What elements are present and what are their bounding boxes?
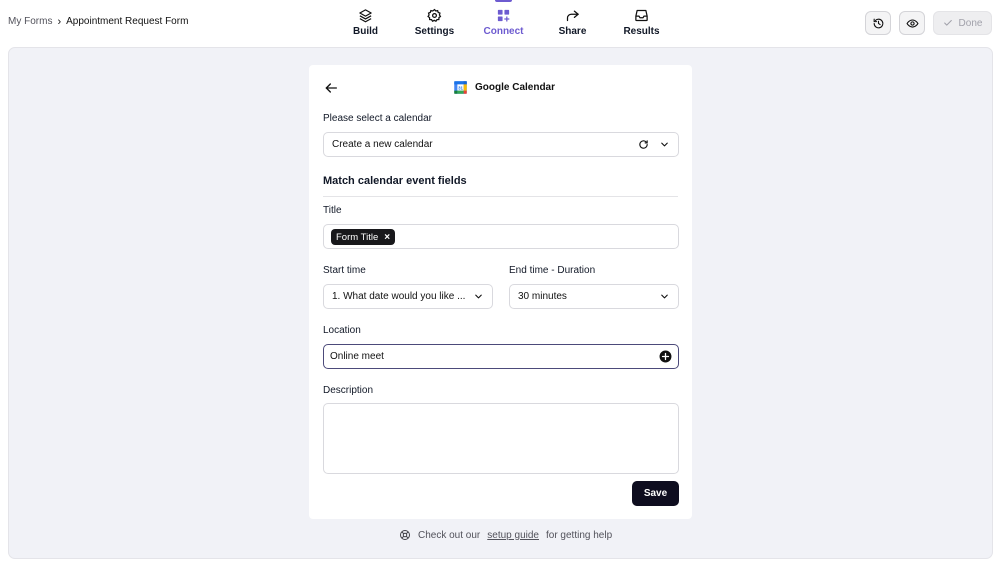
tab-build-label: Build [353, 26, 378, 37]
end-time-label: End time - Duration [509, 265, 596, 276]
location-field[interactable] [323, 344, 679, 369]
tab-connect[interactable]: Connect [469, 0, 538, 46]
lifebuoy-icon [400, 530, 410, 540]
preview-button[interactable] [899, 11, 925, 35]
card-header: 31 Google Calendar [309, 79, 692, 97]
layers-icon [359, 9, 372, 23]
chevron-down-icon [661, 294, 668, 299]
help-suffix: for getting help [545, 529, 613, 541]
chevron-down-icon [661, 142, 668, 147]
breadcrumb: My Forms › Appointment Request Form [8, 16, 188, 27]
back-arrow-icon[interactable] [323, 80, 339, 96]
tab-build[interactable]: Build [331, 0, 400, 46]
tab-settings-label: Settings [414, 26, 455, 37]
eye-icon [905, 18, 919, 28]
start-time-select[interactable]: 1. What date would you like ... [323, 284, 493, 309]
end-time-value: 30 minutes [518, 291, 567, 302]
tab-settings[interactable]: Settings [400, 0, 469, 46]
svg-text:31: 31 [458, 86, 463, 91]
calendar-select-label: Please select a calendar [323, 113, 432, 124]
description-textarea[interactable] [323, 403, 679, 474]
history-button[interactable] [865, 11, 891, 35]
save-button[interactable]: Save [632, 481, 679, 506]
top-actions: Done [865, 11, 992, 35]
done-button-label: Done [958, 17, 983, 29]
form-title-chip: Form Title × [331, 229, 396, 245]
calendar-select-value: Create a new calendar [332, 139, 433, 150]
section-title: Match calendar event fields [323, 175, 467, 187]
tab-share-label: Share [558, 26, 587, 37]
main-nav-tabs: Build Settings Connect Share Results [331, 0, 676, 46]
help-text: Check out our setup guide for getting he… [399, 529, 612, 541]
title-field[interactable]: Form Title × [323, 224, 679, 249]
canvas: 31 Google Calendar Please select a calen… [8, 47, 993, 559]
chip-label: Form Title [336, 231, 379, 243]
location-label: Location [323, 325, 361, 336]
tab-results-label: Results [623, 26, 660, 37]
done-button[interactable]: Done [933, 11, 992, 35]
help-prefix: Check out our [418, 529, 481, 541]
tab-connect-label: Connect [483, 26, 524, 37]
setup-guide-link[interactable]: setup guide [487, 530, 539, 541]
share-arrow-icon [566, 10, 579, 22]
chevron-down-icon [475, 294, 482, 299]
refresh-icon[interactable] [638, 139, 649, 150]
section-divider [323, 196, 678, 197]
add-circle-icon[interactable] [659, 350, 672, 363]
location-input[interactable] [330, 351, 659, 362]
end-time-duration-select[interactable]: 30 minutes [509, 284, 679, 309]
inbox-icon [635, 9, 648, 22]
chip-remove-icon[interactable]: × [384, 232, 390, 243]
top-bar: My Forms › Appointment Request Form Buil… [0, 0, 1000, 46]
check-icon [943, 19, 952, 26]
gear-icon [427, 8, 442, 22]
breadcrumb-separator: › [57, 15, 62, 28]
google-calendar-icon: 31 [454, 81, 467, 94]
tab-share[interactable]: Share [538, 0, 607, 46]
start-time-label: Start time [323, 265, 366, 276]
history-icon [873, 18, 883, 28]
start-time-value: 1. What date would you like ... [332, 291, 466, 302]
card-title-text: Google Calendar [475, 82, 556, 93]
description-label: Description [323, 385, 374, 396]
tab-results[interactable]: Results [607, 0, 676, 46]
grid-plus-icon [497, 9, 510, 22]
breadcrumb-current-form: Appointment Request Form [66, 16, 189, 27]
google-calendar-card: 31 Google Calendar Please select a calen… [309, 65, 692, 519]
calendar-select[interactable]: Create a new calendar [323, 132, 679, 157]
breadcrumb-my-forms[interactable]: My Forms [8, 16, 52, 27]
card-title: 31 Google Calendar [453, 80, 555, 95]
title-field-label: Title [323, 205, 342, 216]
